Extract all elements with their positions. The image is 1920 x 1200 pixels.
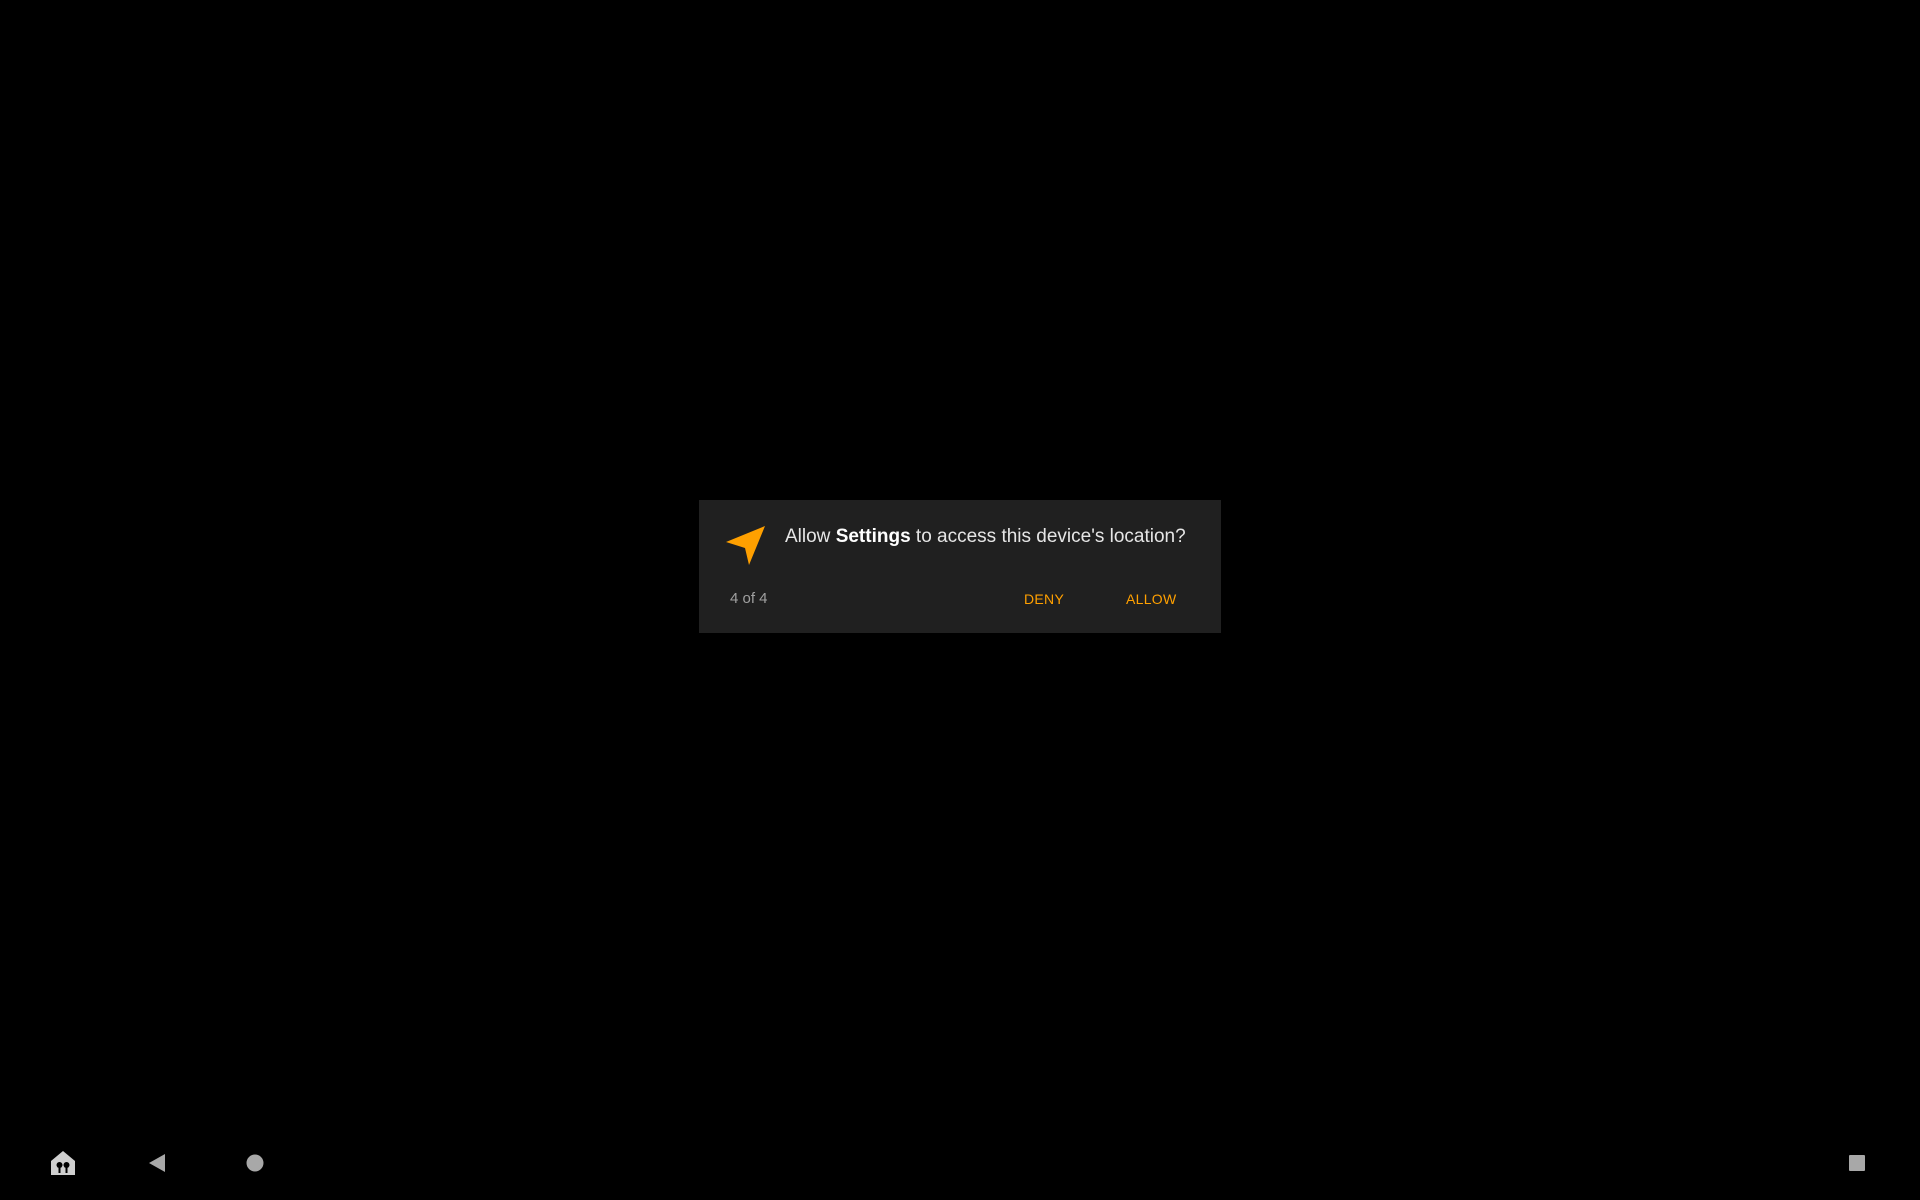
message-prefix: Allow <box>785 526 836 547</box>
home-app-icon <box>48 1148 78 1183</box>
permission-dialog: Allow Settings to access this device's l… <box>699 500 1221 633</box>
permission-counter: 4 of 4 <box>730 590 768 607</box>
screen: Allow Settings to access this device's l… <box>0 0 1920 1200</box>
allow-button[interactable]: ALLOW <box>1118 584 1185 614</box>
location-arrow-icon <box>723 522 769 568</box>
message-suffix: to access this device's location? <box>910 526 1186 547</box>
deny-button[interactable]: DENY <box>1016 584 1072 614</box>
home-app-button[interactable] <box>38 1140 88 1190</box>
recents-icon <box>1847 1153 1867 1178</box>
recents-button[interactable] <box>1832 1140 1882 1190</box>
home-icon <box>245 1153 265 1178</box>
app-name: Settings <box>835 526 911 547</box>
home-button[interactable] <box>230 1140 280 1190</box>
back-icon <box>145 1151 169 1180</box>
dialog-message: Allow Settings to access this device's l… <box>785 525 1186 549</box>
back-button[interactable] <box>132 1140 182 1190</box>
navigation-bar <box>0 1140 1920 1190</box>
